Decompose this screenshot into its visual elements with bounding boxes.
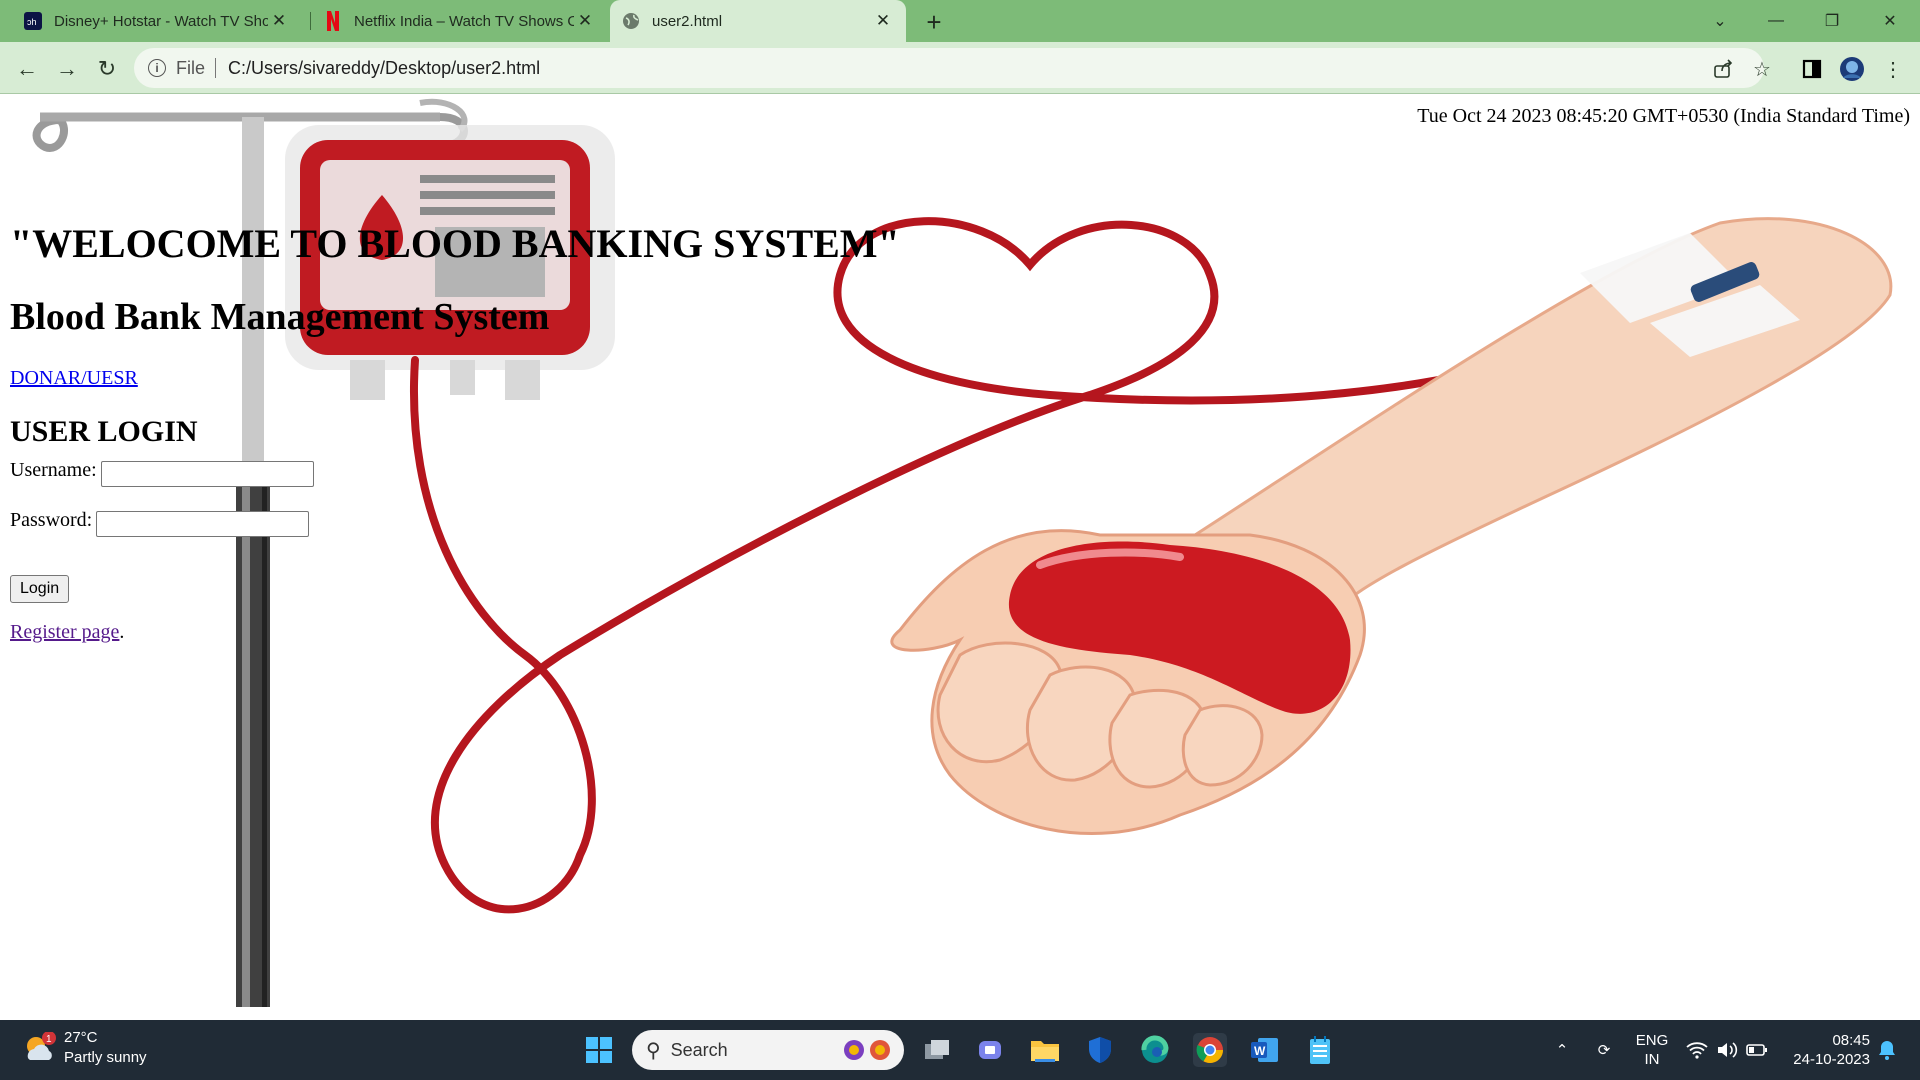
page-title: Blood Bank Management System [10, 296, 550, 338]
svg-text:ɔh: ɔh [27, 17, 37, 27]
search-icon: ⚲ [646, 1039, 661, 1062]
donar-user-link[interactable]: DONAR/UESR [10, 367, 138, 390]
close-icon[interactable]: ✕ [574, 10, 596, 32]
forward-arrow-icon[interactable]: → [52, 54, 82, 84]
address-url: C:/Users/sivareddy/Desktop/user2.html [228, 57, 541, 78]
task-view-icon[interactable] [920, 1033, 954, 1067]
windows-start-icon[interactable] [582, 1033, 616, 1067]
register-suffix: . [119, 621, 125, 643]
reload-icon[interactable]: ↻ [92, 54, 122, 84]
sync-icon[interactable]: ⟳ [1590, 1020, 1618, 1080]
menu-kebab-icon[interactable]: ⋮ [1880, 56, 1906, 82]
share-icon[interactable] [1710, 56, 1736, 82]
back-arrow-icon[interactable]: ← [12, 54, 42, 84]
register-line: Register page. [10, 621, 124, 644]
new-tab-button[interactable]: + [920, 7, 948, 37]
temperature: 27°C [64, 1029, 98, 1046]
defender-shield-icon[interactable] [1083, 1033, 1117, 1067]
username-label: Username: [10, 459, 97, 481]
language-indicator[interactable]: ENG IN [1630, 1020, 1674, 1080]
bookmark-star-icon[interactable]: ☆ [1749, 56, 1775, 82]
tab-hotstar[interactable]: ɔh Disney+ Hotstar - Watch TV Shows ✕ [12, 0, 302, 42]
page-content: Tue Oct 24 2023 08:45:20 GMT+0530 (India… [0, 95, 1920, 1020]
partly-sunny-icon: 1 [22, 1031, 56, 1064]
wifi-icon[interactable] [1684, 1020, 1710, 1080]
password-field[interactable] [96, 511, 309, 537]
globe-icon [622, 12, 640, 30]
tab-netflix[interactable]: Netflix India – Watch TV Shows Online ✕ [312, 0, 608, 42]
taskbar-date: 24-10-2023 [1793, 1051, 1870, 1068]
minimize-icon[interactable]: — [1748, 0, 1804, 42]
taskbar: 1 27°C Partly sunny ⚲ Search W ⌃ ⟳ ENG I… [0, 1020, 1920, 1080]
word-icon[interactable]: W [1248, 1033, 1282, 1067]
window-close-icon[interactable]: ✕ [1862, 0, 1918, 42]
language-code: ENG [1635, 1032, 1669, 1049]
address-divider [215, 58, 217, 78]
clock-widget[interactable]: 08:45 24-10-2023 [1780, 1020, 1870, 1080]
weather-badge: 1 [46, 1034, 52, 1045]
battery-icon[interactable] [1744, 1020, 1770, 1080]
profile-avatar[interactable] [1839, 56, 1865, 82]
volume-icon[interactable] [1714, 1020, 1740, 1080]
tab-title: Disney+ Hotstar - Watch TV Shows [54, 12, 268, 30]
taskbar-time: 08:45 [1832, 1032, 1870, 1049]
search-label: Search [670, 1039, 728, 1060]
svg-text:W: W [1254, 1044, 1266, 1058]
tab-strip: ɔh Disney+ Hotstar - Watch TV Shows ✕ Ne… [0, 0, 1920, 42]
netflix-icon [324, 11, 342, 31]
browser-toolbar: ← → ↻ i File C:/Users/sivareddy/Desktop/… [0, 42, 1920, 94]
hotstar-icon: ɔh [24, 12, 42, 30]
notepad-icon[interactable] [1303, 1033, 1337, 1067]
username-field[interactable] [101, 461, 314, 487]
close-icon[interactable]: ✕ [268, 10, 290, 32]
weather-condition: Partly sunny [64, 1049, 147, 1066]
login-button[interactable]: Login [10, 575, 70, 603]
edge-browser-icon[interactable] [1138, 1033, 1172, 1067]
welcome-heading: "WELOCOME TO BLOOD BANKING SYSTEM" [10, 221, 900, 266]
register-link[interactable]: Register page [10, 621, 119, 643]
password-label: Password: [10, 509, 93, 531]
address-scheme: File [176, 57, 206, 78]
tab-title: user2.html [652, 12, 723, 30]
teams-chat-icon[interactable] [973, 1033, 1007, 1067]
weather-widget[interactable]: 1 27°C Partly sunny [22, 1028, 147, 1068]
tab-user2[interactable]: user2.html ✕ [610, 0, 906, 42]
chrome-browser-icon[interactable] [1193, 1033, 1227, 1067]
info-icon[interactable]: i [148, 59, 166, 77]
restore-icon[interactable]: ❐ [1804, 0, 1860, 42]
region-code: IN [1644, 1051, 1660, 1068]
diwali-decoration-icon [842, 1038, 894, 1067]
datetime-display: Tue Oct 24 2023 08:45:20 GMT+0530 (India… [1417, 105, 1910, 127]
notification-bell-icon[interactable] [1874, 1020, 1900, 1080]
taskbar-search[interactable]: ⚲ Search [632, 1030, 904, 1070]
login-heading: USER LOGIN [10, 415, 198, 448]
address-bar[interactable]: i File C:/Users/sivareddy/Desktop/user2.… [134, 48, 1764, 88]
side-panel-icon[interactable] [1799, 56, 1825, 82]
tab-search-chevron-icon[interactable]: ⌄ [1692, 0, 1748, 42]
file-explorer-icon[interactable] [1028, 1033, 1062, 1067]
tab-title: Netflix India – Watch TV Shows Online [354, 12, 574, 30]
tab-separator [310, 12, 311, 30]
chevron-up-icon[interactable]: ⌃ [1550, 1020, 1574, 1080]
close-icon[interactable]: ✕ [872, 10, 894, 32]
